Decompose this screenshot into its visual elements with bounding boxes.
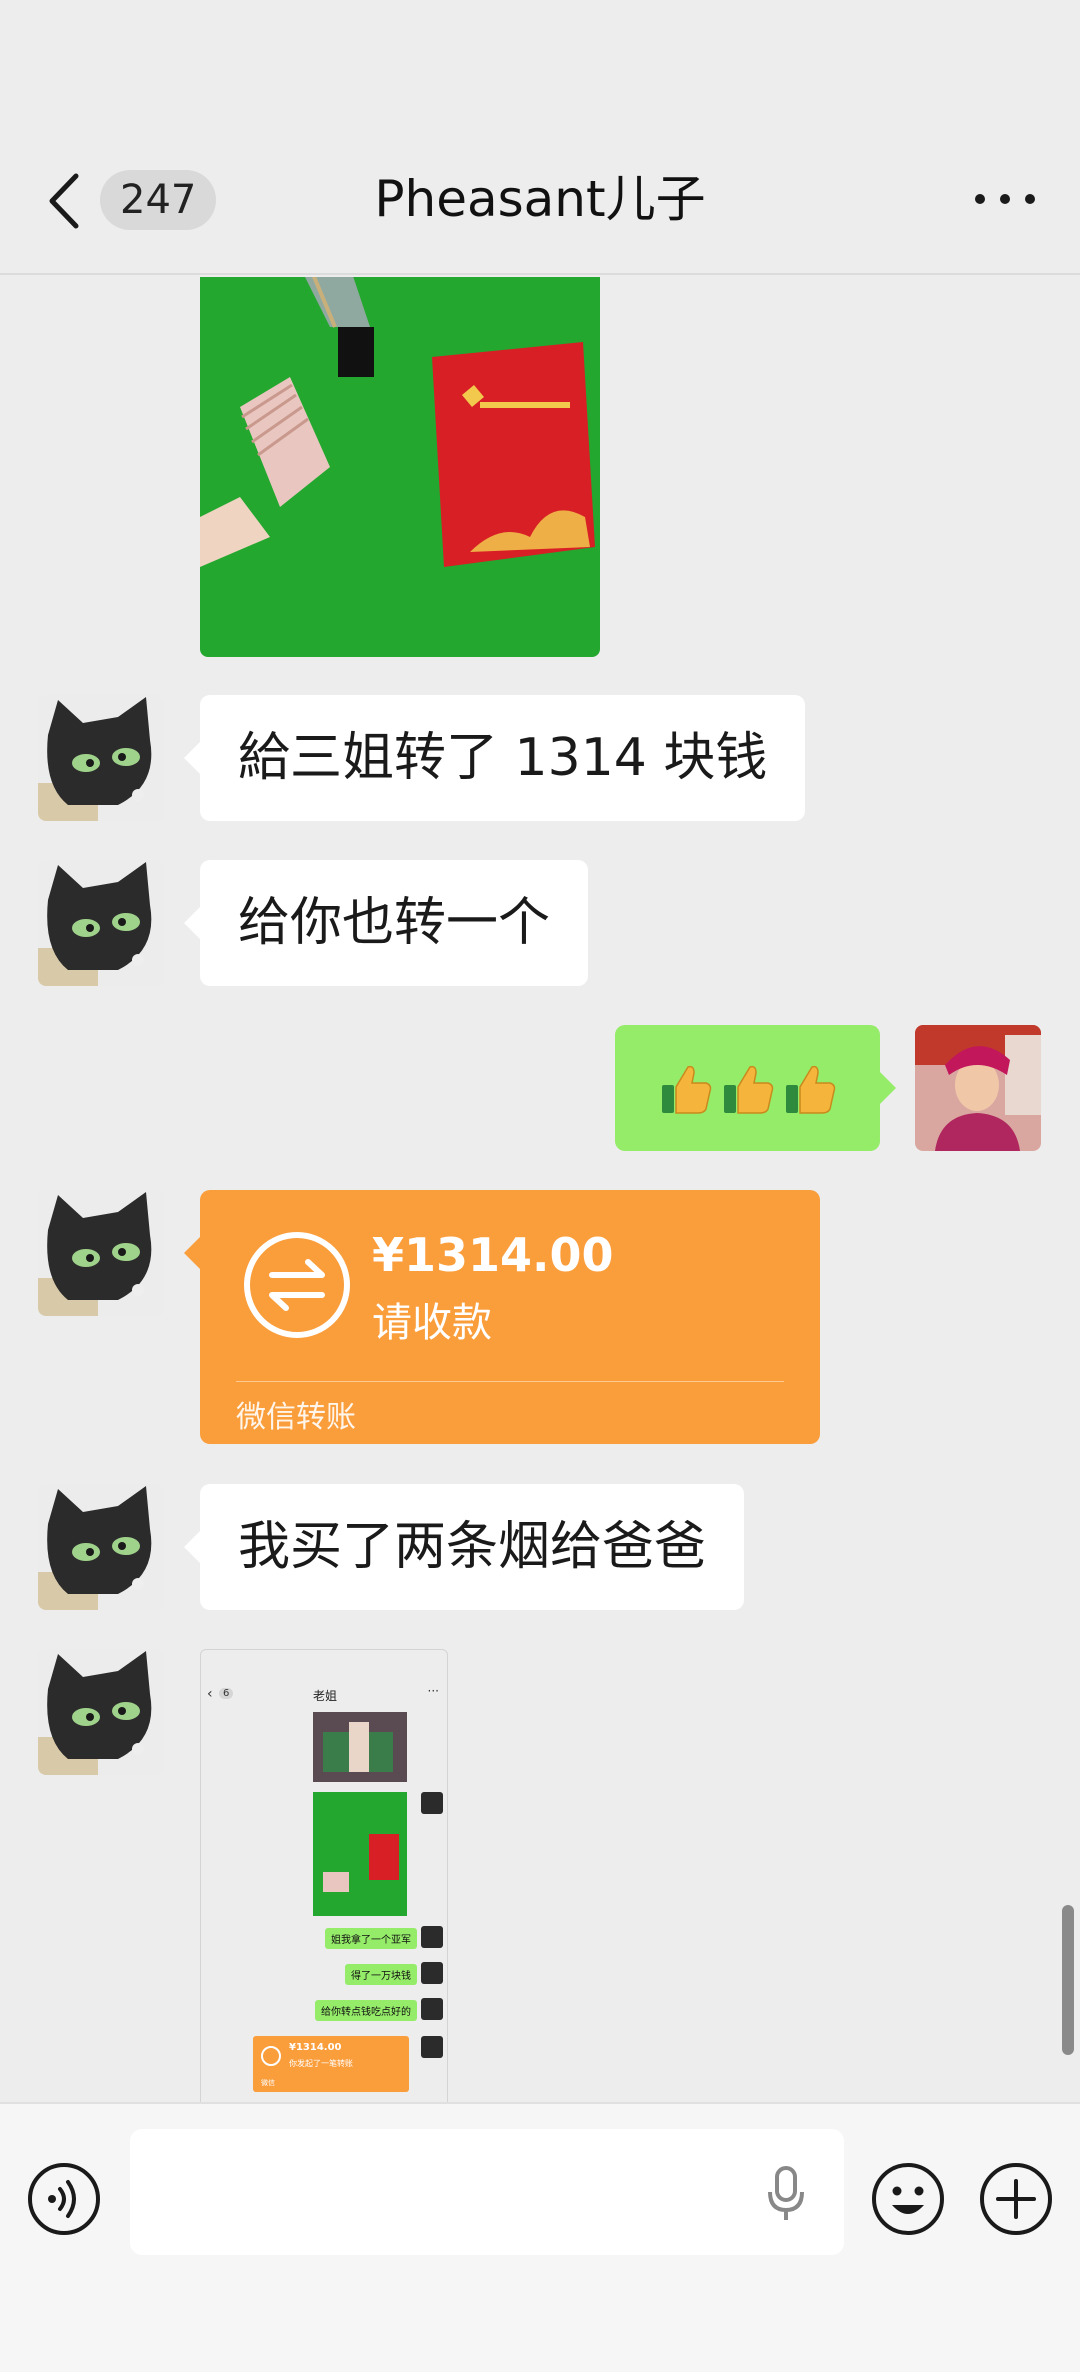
black-cat-avatar-icon (38, 1190, 164, 1316)
mini-avatar (421, 1962, 443, 1984)
scrollbar[interactable] (1062, 1905, 1074, 2055)
mini-avatar (421, 1926, 443, 1948)
sender-avatar[interactable] (38, 1484, 164, 1610)
divider (236, 1381, 784, 1382)
sender-avatar[interactable] (38, 695, 164, 821)
transfer-message-card[interactable]: ¥1314.00 请收款 微信转账 (184, 1190, 820, 1444)
black-cat-avatar-icon (38, 695, 164, 821)
text-message[interactable]: 我买了两条烟给爸爸 (183, 1484, 745, 1610)
mini-transfer-source: 微信 (261, 2079, 275, 2087)
mini-bubble: 姐我拿了一个亚军 (325, 1928, 417, 1949)
transfer-status: 请收款 (372, 1300, 492, 1346)
black-cat-avatar-icon (38, 860, 164, 986)
smiley-icon (872, 2163, 944, 2235)
voice-waves-icon (28, 2163, 100, 2235)
black-cat-avatar-icon (38, 1484, 164, 1610)
mini-transfer-status: 你发起了一笔转账 (289, 2059, 353, 2068)
mini-avatar (421, 1998, 443, 2020)
message-list[interactable]: 給三姐转了 1314 块钱 给你也转一个 ¥1314.00 请收款 微信转账 我… (0, 277, 1080, 2102)
mini-avatar (421, 1792, 443, 1814)
sender-avatar[interactable] (38, 1649, 164, 1775)
mini-bubble: 得了一万块钱 (345, 1964, 417, 1985)
image-message-screenshot[interactable]: ‹ 6 老姐 ··· 姐我拿了一个亚军 得了一万块钱 给你转点钱吃点好的 ¥13… (200, 1649, 448, 2102)
image-message-photo[interactable] (200, 277, 600, 657)
black-cat-avatar-icon (38, 1649, 164, 1775)
back-button[interactable] (40, 166, 90, 236)
status-bar (0, 0, 1080, 130)
mini-transfer-icon (261, 2046, 281, 2066)
text-message[interactable]: 给你也转一个 (183, 860, 589, 986)
plus-icon (980, 2163, 1052, 2235)
mini-photo (313, 1712, 407, 1782)
thumbs-up-icon (785, 1065, 835, 1114)
voice-input-button[interactable] (26, 2161, 102, 2237)
emoji-button[interactable] (870, 2161, 946, 2237)
mini-photo (313, 1792, 407, 1916)
more-dots-icon (975, 194, 1035, 204)
sender-avatar[interactable] (38, 1190, 164, 1316)
more-options-button[interactable] (970, 174, 1040, 224)
mini-bubble: 给你转点钱吃点好的 (315, 2000, 417, 2021)
photo-thumbnail-icon (200, 277, 600, 657)
thumbs-up-icon (661, 1065, 711, 1114)
thumbs-up-icon (723, 1065, 773, 1114)
unread-count-badge[interactable]: 247 (100, 170, 217, 230)
input-bar (0, 2102, 1080, 2372)
microphone-icon[interactable] (766, 2166, 806, 2222)
mini-transfer-card: ¥1314.00 你发起了一笔转账 微信 (253, 2036, 409, 2092)
chat-header: 247 Pheasant儿子 (0, 130, 1080, 275)
mini-title: 老姐 (312, 1689, 337, 1703)
transfer-arrows-icon (244, 1232, 350, 1338)
transfer-amount: ¥1314.00 (372, 1228, 614, 1282)
message-input[interactable] (130, 2129, 844, 2255)
mini-avatar (421, 2036, 443, 2058)
sender-avatar[interactable] (38, 860, 164, 986)
mini-more-icon: ··· (427, 1684, 439, 1698)
woman-photo-avatar-icon (915, 1025, 1041, 1151)
more-functions-button[interactable] (978, 2161, 1054, 2237)
text-message[interactable]: 給三姐转了 1314 块钱 (183, 695, 806, 821)
my-avatar[interactable] (915, 1025, 1041, 1151)
transfer-source-label: 微信转账 (236, 1400, 356, 1435)
emoji-message[interactable] (615, 1025, 896, 1151)
mini-transfer-amount: ¥1314.00 (289, 2042, 342, 2053)
chevron-left-icon (49, 173, 79, 229)
